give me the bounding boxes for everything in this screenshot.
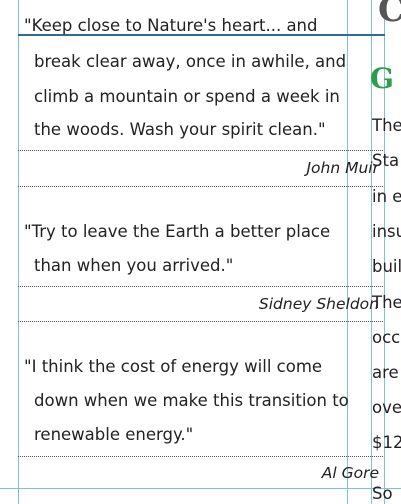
quote-text-line: break clear away, once in awhile, and	[34, 52, 347, 71]
quote-author: Sidney Sheldon	[258, 295, 379, 313]
quote-author: Al Gore	[321, 464, 379, 482]
dotted-divider	[18, 150, 383, 151]
dotted-divider	[18, 286, 383, 287]
quote-text-line: "I think the cost of energy will come	[24, 357, 323, 376]
quote-author: John Muir	[306, 159, 379, 177]
dotted-divider	[18, 186, 383, 187]
quote-text-line: renewable energy."	[34, 425, 194, 444]
quote-text-line: climb a mountain or spend a week in	[34, 87, 340, 106]
quote-text-line: "Try to leave the Earth a better place	[24, 222, 331, 241]
quote-column[interactable]: "Keep close to Nature's heart... and bre…	[18, 0, 383, 504]
quote-text-line: than when you arrived."	[34, 256, 234, 275]
quote-text-line: the woods. Wash your spirit clean."	[34, 120, 326, 139]
quote-text-line: down when we make this transition to	[34, 391, 349, 410]
dotted-divider	[18, 321, 383, 322]
quote-text-line: "Keep close to Nature's heart... and	[24, 16, 318, 35]
dotted-divider	[18, 456, 383, 457]
